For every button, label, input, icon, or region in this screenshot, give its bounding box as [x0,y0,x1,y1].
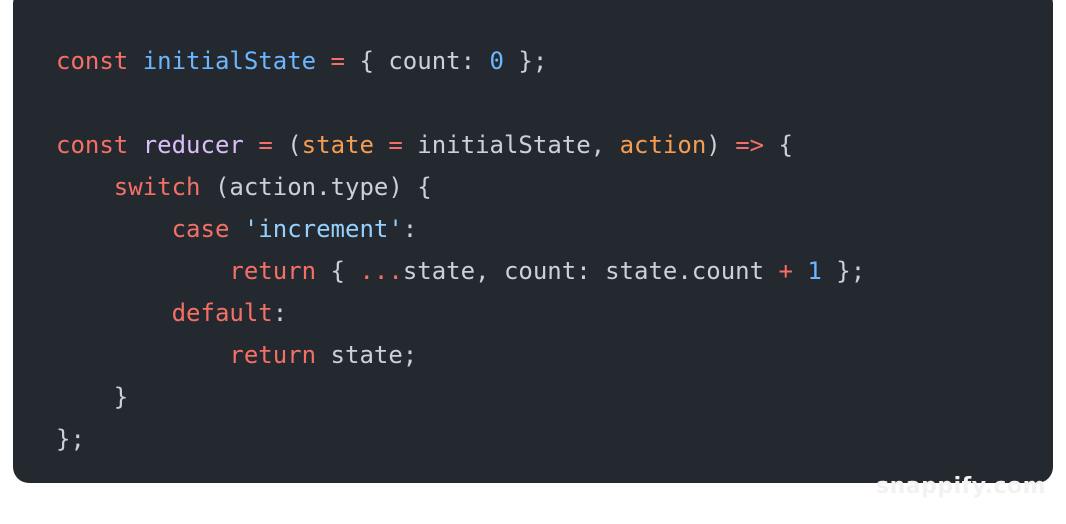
code-token: = [258,131,273,159]
code-token: }; [503,47,548,75]
code-line: } [56,376,865,418]
code-line: switch (action.type) { [56,166,865,208]
code-line: const initialState = { count: 0 }; [56,40,865,82]
code-token: => [735,131,765,159]
code-token: initialState [142,47,317,75]
code-token: } [56,383,129,411]
code-line: return { ...state, count: state.count + … [56,250,865,292]
code-token: { [764,131,793,159]
code-line: }; [56,418,865,460]
code-token: reducer [142,131,244,159]
code-token: 0 [489,47,504,75]
code-token: return [229,257,317,285]
code-token: }; [56,425,85,453]
code-token: { count: [345,47,490,75]
code-token: : [272,299,288,327]
code-token: { [316,257,360,285]
code-line: const reducer = (state = initialState, a… [56,124,865,166]
code-token: ( [272,131,302,159]
code-token: }; [821,257,866,285]
code-token: : [402,215,418,243]
code-block: const initialState = { count: 0 }; const … [56,40,865,460]
code-line: default: [56,292,865,334]
code-snippet-card: const initialState = { count: 0 }; const … [13,0,1053,483]
code-token: return [229,341,317,369]
code-token: state [301,131,374,159]
code-token: + [778,257,793,285]
code-token: 'increment' [243,215,403,243]
code-token: 1 [807,257,822,285]
code-line: case 'increment': [56,208,865,250]
code-token: const [56,131,129,159]
code-token: switch [113,173,201,201]
code-token: state, count: state.count [402,257,779,285]
code-token: ) [706,131,736,159]
code-token: action [619,131,707,159]
code-line: return state; [56,334,865,376]
code-token: = [330,47,345,75]
code-token: ... [359,257,403,285]
code-token: = [388,131,403,159]
code-token: state; [316,341,418,369]
code-token: const [56,47,129,75]
watermark: snappify.com [876,474,1046,499]
code-token: (action.type) { [200,173,432,201]
code-token: default [171,299,273,327]
code-token: case [171,215,230,243]
code-token: initialState, [402,131,620,159]
